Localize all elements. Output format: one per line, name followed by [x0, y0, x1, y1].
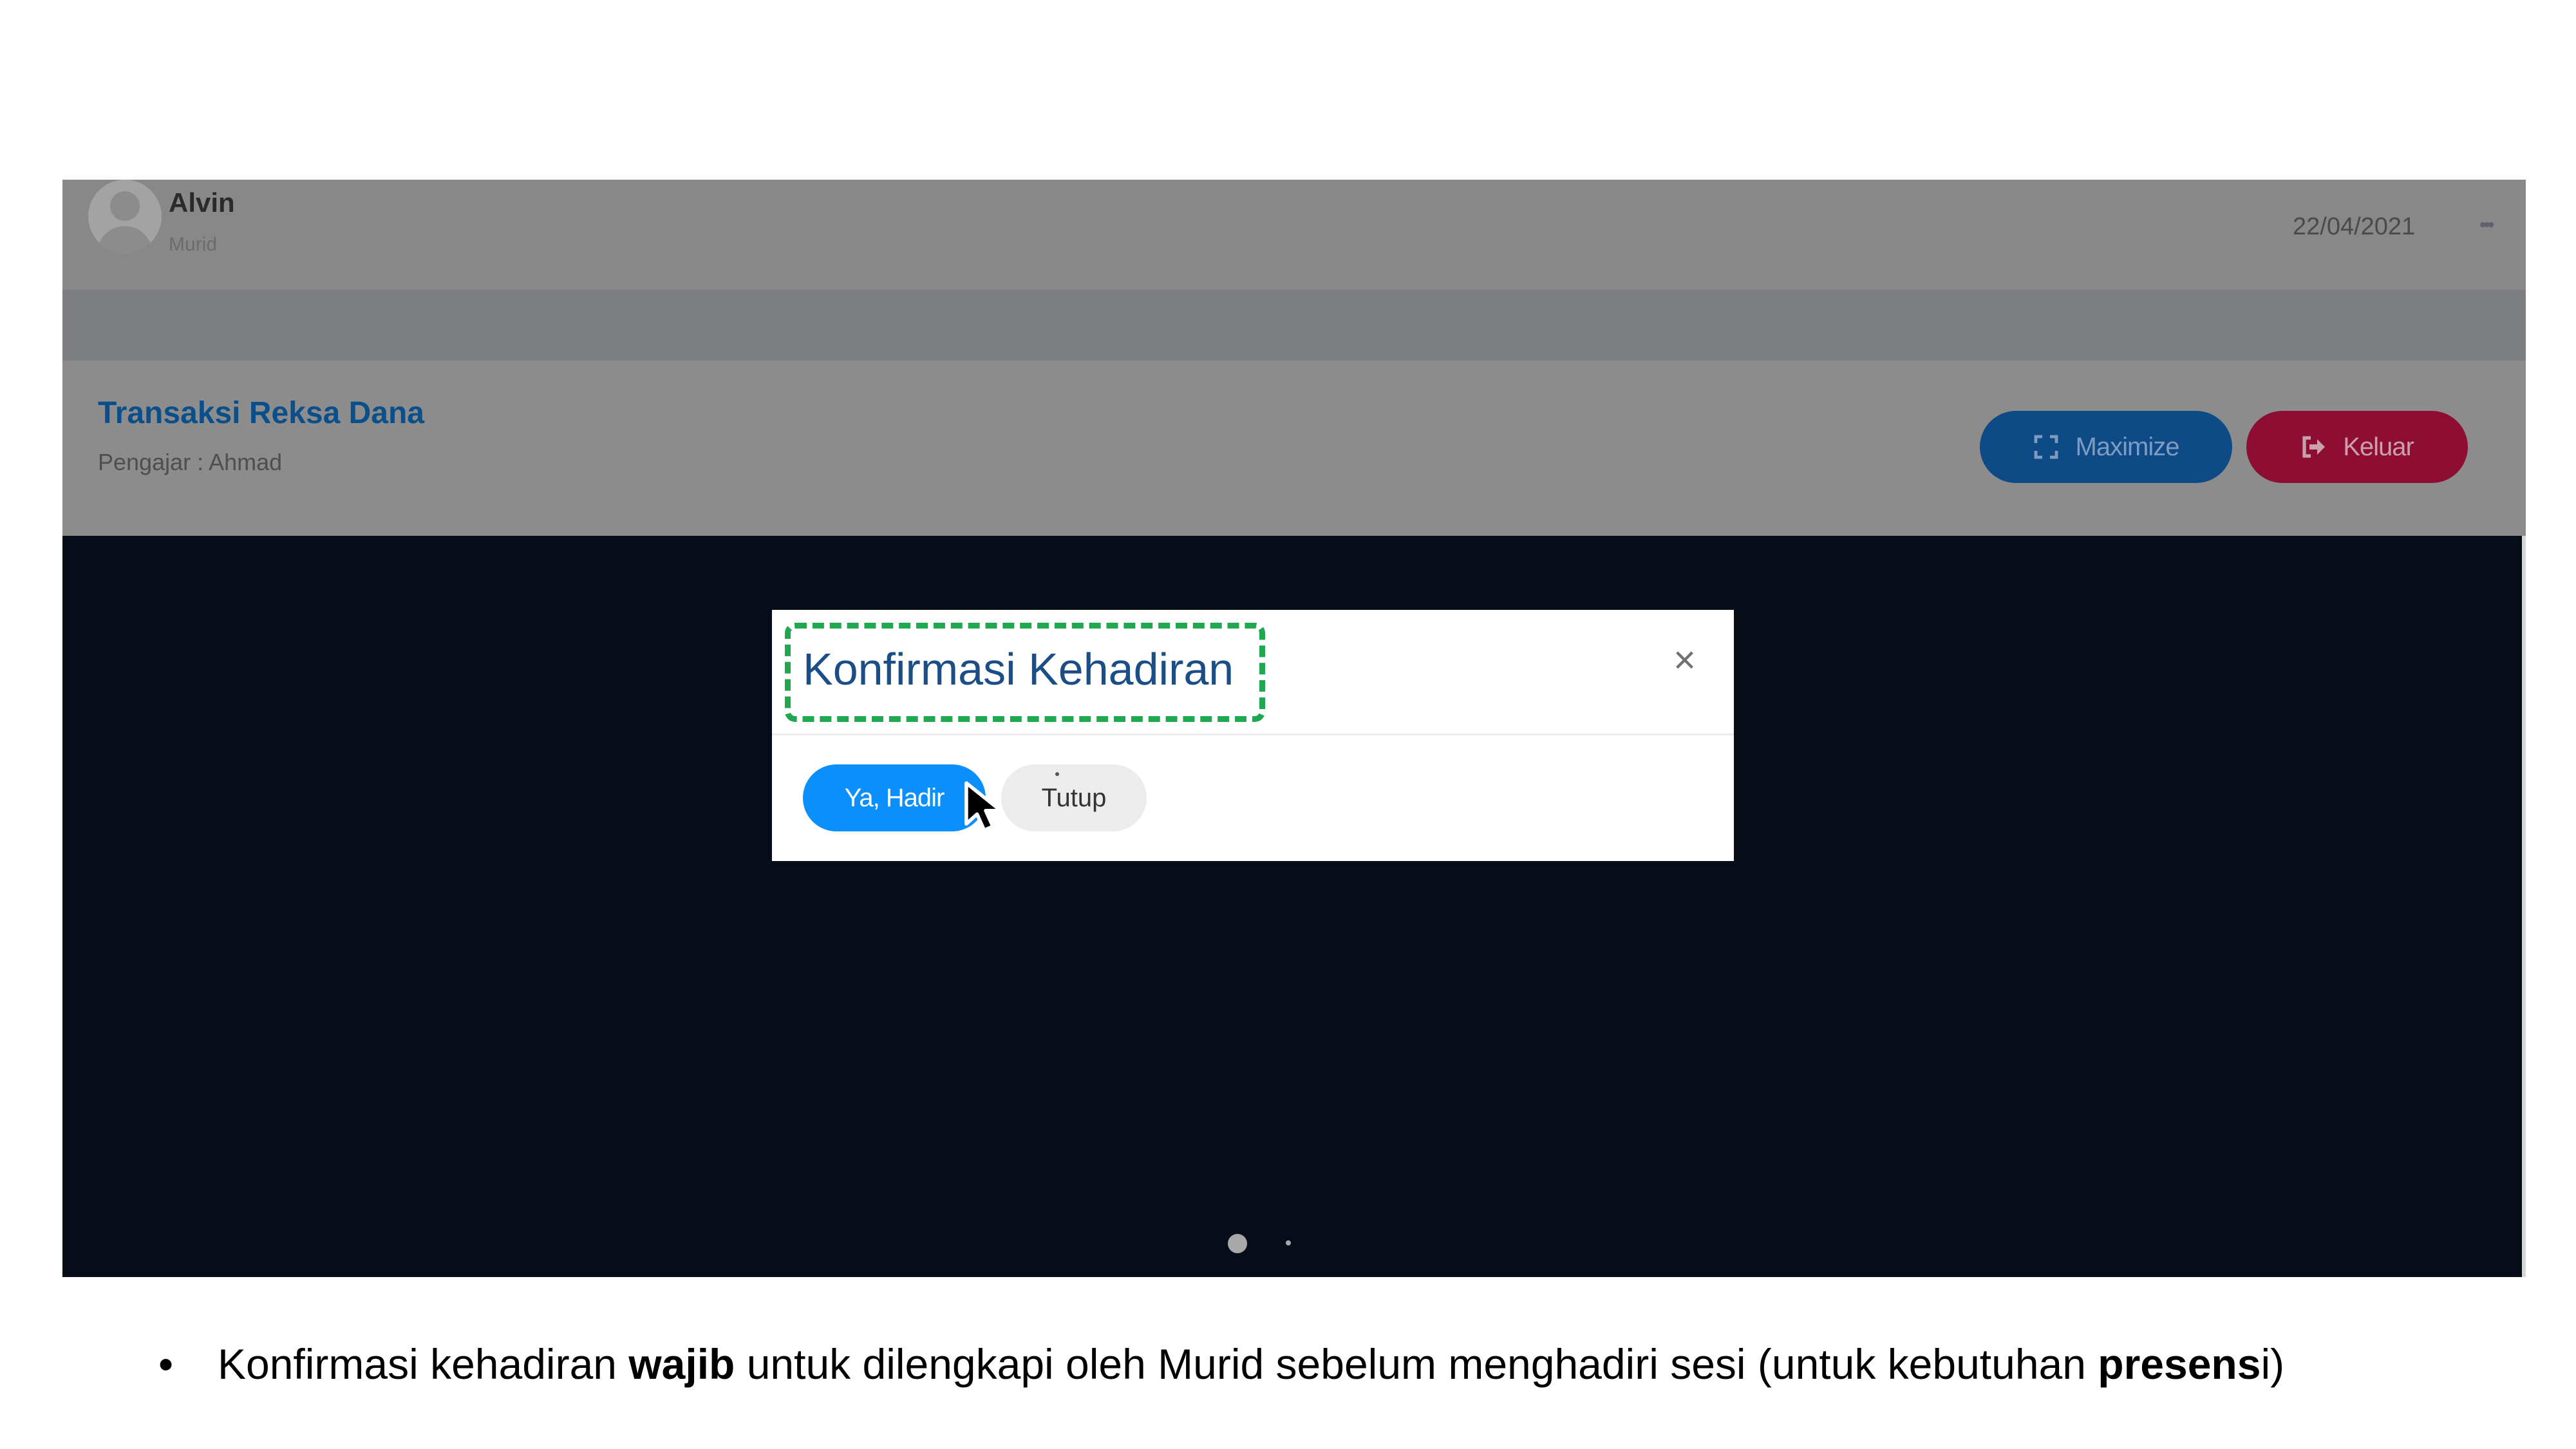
bullet: • — [158, 1340, 174, 1388]
close-modal-button[interactable]: Tutup — [1001, 764, 1147, 831]
teacher-label: Pengajar : Ahmad — [98, 449, 283, 475]
expand-icon — [2034, 435, 2058, 459]
more-menu-icon[interactable]: ••• — [2479, 214, 2494, 236]
loading-dot — [1228, 1234, 1247, 1253]
user-avatar-icon[interactable] — [88, 180, 162, 253]
sign-out-icon — [2302, 436, 2326, 458]
maximize-button[interactable]: Maximize — [1980, 411, 2232, 483]
exit-button[interactable]: Keluar — [2246, 411, 2468, 483]
top-bar: Alvin Murid 22/04/2021 ••• — [62, 180, 2526, 290]
caption-text: Konfirmasi kehadiran — [218, 1340, 629, 1388]
maximize-label: Maximize — [2075, 432, 2180, 461]
loading-dot — [1286, 1240, 1291, 1245]
caption-text: untuk dilengkapi oleh Murid sebelum meng… — [735, 1340, 2098, 1388]
session-date: 22/04/2021 — [2293, 213, 2416, 240]
stage-edge — [2522, 536, 2526, 1277]
class-title: Transaksi Reksa Dana — [98, 396, 424, 430]
caption-bold: presens — [2098, 1340, 2261, 1388]
confirm-attendance-button[interactable]: Ya, Hadir — [803, 764, 986, 831]
attendance-modal: Konfirmasi Kehadiran × Ya, Hadir Tutup — [772, 610, 1734, 861]
speck — [1055, 772, 1059, 776]
exit-label: Keluar — [2343, 432, 2414, 461]
header-band — [62, 290, 2526, 361]
modal-title: Konfirmasi Kehadiran — [803, 644, 1234, 694]
modal-header: Konfirmasi Kehadiran × — [772, 610, 1734, 735]
caption-bold: wajib — [628, 1340, 735, 1388]
caption-text: i) — [2261, 1340, 2285, 1388]
close-icon[interactable]: × — [1673, 641, 1696, 679]
mouse-pointer-icon — [964, 781, 1003, 832]
caption: • Konfirmasi kehadiran wajib untuk dileng… — [158, 1340, 2284, 1388]
user-name: Alvin — [169, 187, 235, 218]
user-role: Murid — [169, 234, 218, 255]
class-info-bar: Transaksi Reksa Dana Pengajar : Ahmad Ma… — [62, 361, 2526, 536]
